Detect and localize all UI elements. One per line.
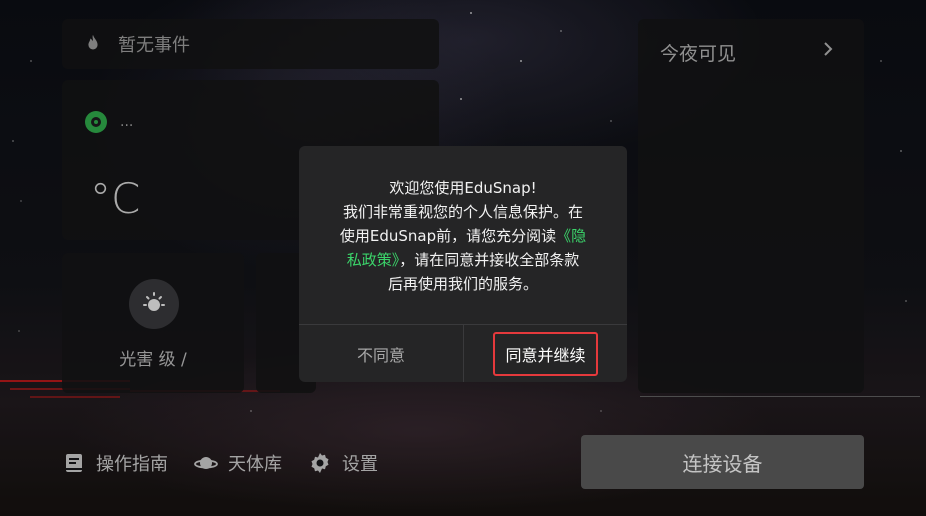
- message-line-2: 我们非常重视您的个人信息保护。在: [342, 203, 583, 221]
- message-line-3-text: 使用EduSnap前，请您充分阅读: [339, 227, 557, 245]
- privacy-policy-link-part2[interactable]: 私政策》: [347, 251, 400, 269]
- privacy-message: 欢迎您使用EduSnap! 我们非常重视您的个人信息保护。在 使用EduSnap…: [323, 176, 603, 296]
- privacy-policy-link-part1[interactable]: 《隐: [556, 227, 586, 245]
- agree-continue-label: 同意并继续: [493, 331, 598, 376]
- message-line-3: 使用EduSnap前，请您充分阅读《隐: [323, 224, 603, 248]
- message-line-5: 后再使用我们的服务。: [387, 275, 538, 293]
- message-line-4-text: ，请在同意并接收全部条款: [399, 251, 580, 269]
- privacy-dialog: 欢迎您使用EduSnap! 我们非常重视您的个人信息保护。在 使用EduSnap…: [299, 146, 627, 382]
- message-line-4: 私政策》，请在同意并接收全部条款: [323, 248, 603, 272]
- disagree-button[interactable]: 不同意: [299, 325, 463, 382]
- message-line-1: 欢迎您使用EduSnap!: [389, 179, 537, 197]
- agree-continue-button[interactable]: 同意并继续: [464, 325, 627, 382]
